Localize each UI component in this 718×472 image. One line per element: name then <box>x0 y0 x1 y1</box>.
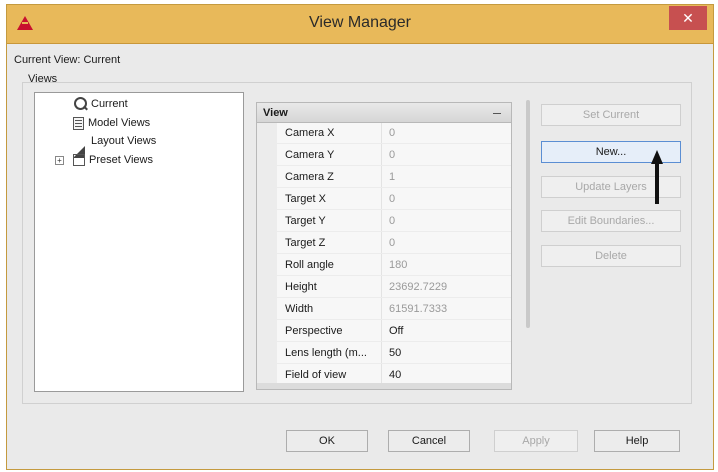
property-name: Lens length (m... <box>285 347 367 359</box>
category-title: View <box>263 107 288 119</box>
cancel-button[interactable]: Cancel <box>388 430 470 452</box>
help-button[interactable]: Help <box>594 430 680 452</box>
property-name: Target Z <box>285 237 326 249</box>
property-row-camera-x[interactable]: Camera X 0 <box>257 123 511 144</box>
property-value: 0 <box>389 237 396 249</box>
properties-category-header[interactable]: View <box>257 103 511 123</box>
collapse-icon[interactable] <box>493 113 501 114</box>
tree-item-label: Preset Views <box>89 154 153 166</box>
property-value[interactable]: 50 <box>389 347 401 359</box>
property-row-perspective[interactable]: Perspective Off <box>257 321 511 342</box>
property-name: Camera Y <box>285 149 335 161</box>
property-value: 0 <box>389 149 396 161</box>
view-properties-grid[interactable]: View Camera X 0 Camera Y 0 Camera Z 1 Ta… <box>256 102 512 390</box>
ok-button[interactable]: OK <box>286 430 368 452</box>
property-name: Roll angle <box>285 259 334 271</box>
horizontal-scrollbar[interactable] <box>257 383 511 389</box>
preset-views-icon <box>73 154 85 166</box>
property-row-target-z[interactable]: Target Z 0 <box>257 233 511 254</box>
vertical-scrollbar[interactable] <box>526 100 530 328</box>
tree-item-label: Model Views <box>88 117 151 129</box>
set-current-button[interactable]: Set Current <box>541 104 681 126</box>
property-row-camera-y[interactable]: Camera Y 0 <box>257 145 511 166</box>
property-row-target-x[interactable]: Target X 0 <box>257 189 511 210</box>
property-name: Height <box>285 281 317 293</box>
tree-item-layout-views[interactable]: Layout Views <box>73 132 157 158</box>
views-tree[interactable]: Current Model Views Layout Views + Prese… <box>34 92 244 392</box>
property-row-width[interactable]: Width 61591.7333 <box>257 299 511 320</box>
tree-item-label: Current <box>91 98 128 110</box>
property-value[interactable]: 40 <box>389 369 401 381</box>
camera-icon <box>73 97 87 111</box>
close-button[interactable]: ✕ <box>669 6 707 30</box>
current-view-label: Current View: Current <box>14 54 121 66</box>
property-name: Width <box>285 303 314 315</box>
property-name: Target Y <box>285 215 326 227</box>
expand-preset-views-icon[interactable]: + <box>55 156 64 165</box>
edit-boundaries-button[interactable]: Edit Boundaries... <box>541 210 681 232</box>
property-name: Camera X <box>285 127 335 139</box>
annotation-arrow-icon <box>651 150 663 204</box>
tree-item-current[interactable]: Current <box>73 95 128 113</box>
tree-item-model-views[interactable]: Model Views <box>73 114 150 132</box>
property-value: 23692.7229 <box>389 281 448 293</box>
title-bar[interactable]: View Manager ✕ <box>7 5 713 44</box>
tree-item-preset-views[interactable]: Preset Views <box>73 151 153 169</box>
property-row-camera-z[interactable]: Camera Z 1 <box>257 167 511 188</box>
layout-views-icon <box>73 134 87 158</box>
property-name: Perspective <box>285 325 343 337</box>
property-value: 0 <box>389 215 396 227</box>
delete-button[interactable]: Delete <box>541 245 681 267</box>
property-value: 61591.7333 <box>389 303 448 315</box>
property-name: Field of view <box>285 369 347 381</box>
property-value[interactable]: Off <box>389 325 403 337</box>
property-value: 1 <box>389 171 396 183</box>
property-row-target-y[interactable]: Target Y 0 <box>257 211 511 232</box>
property-value: 0 <box>389 193 396 205</box>
property-name: Camera Z <box>285 171 334 183</box>
property-row-lens-length[interactable]: Lens length (m... 50 <box>257 343 511 364</box>
property-row-roll-angle[interactable]: Roll angle 180 <box>257 255 511 276</box>
apply-button[interactable]: Apply <box>494 430 578 452</box>
dialog-title: View Manager <box>309 14 411 31</box>
tree-item-label: Layout Views <box>91 135 157 147</box>
property-name: Target X <box>285 193 326 205</box>
property-value: 180 <box>389 259 408 271</box>
property-row-height[interactable]: Height 23692.7229 <box>257 277 511 298</box>
property-value: 0 <box>389 127 396 139</box>
model-views-icon <box>73 116 84 130</box>
